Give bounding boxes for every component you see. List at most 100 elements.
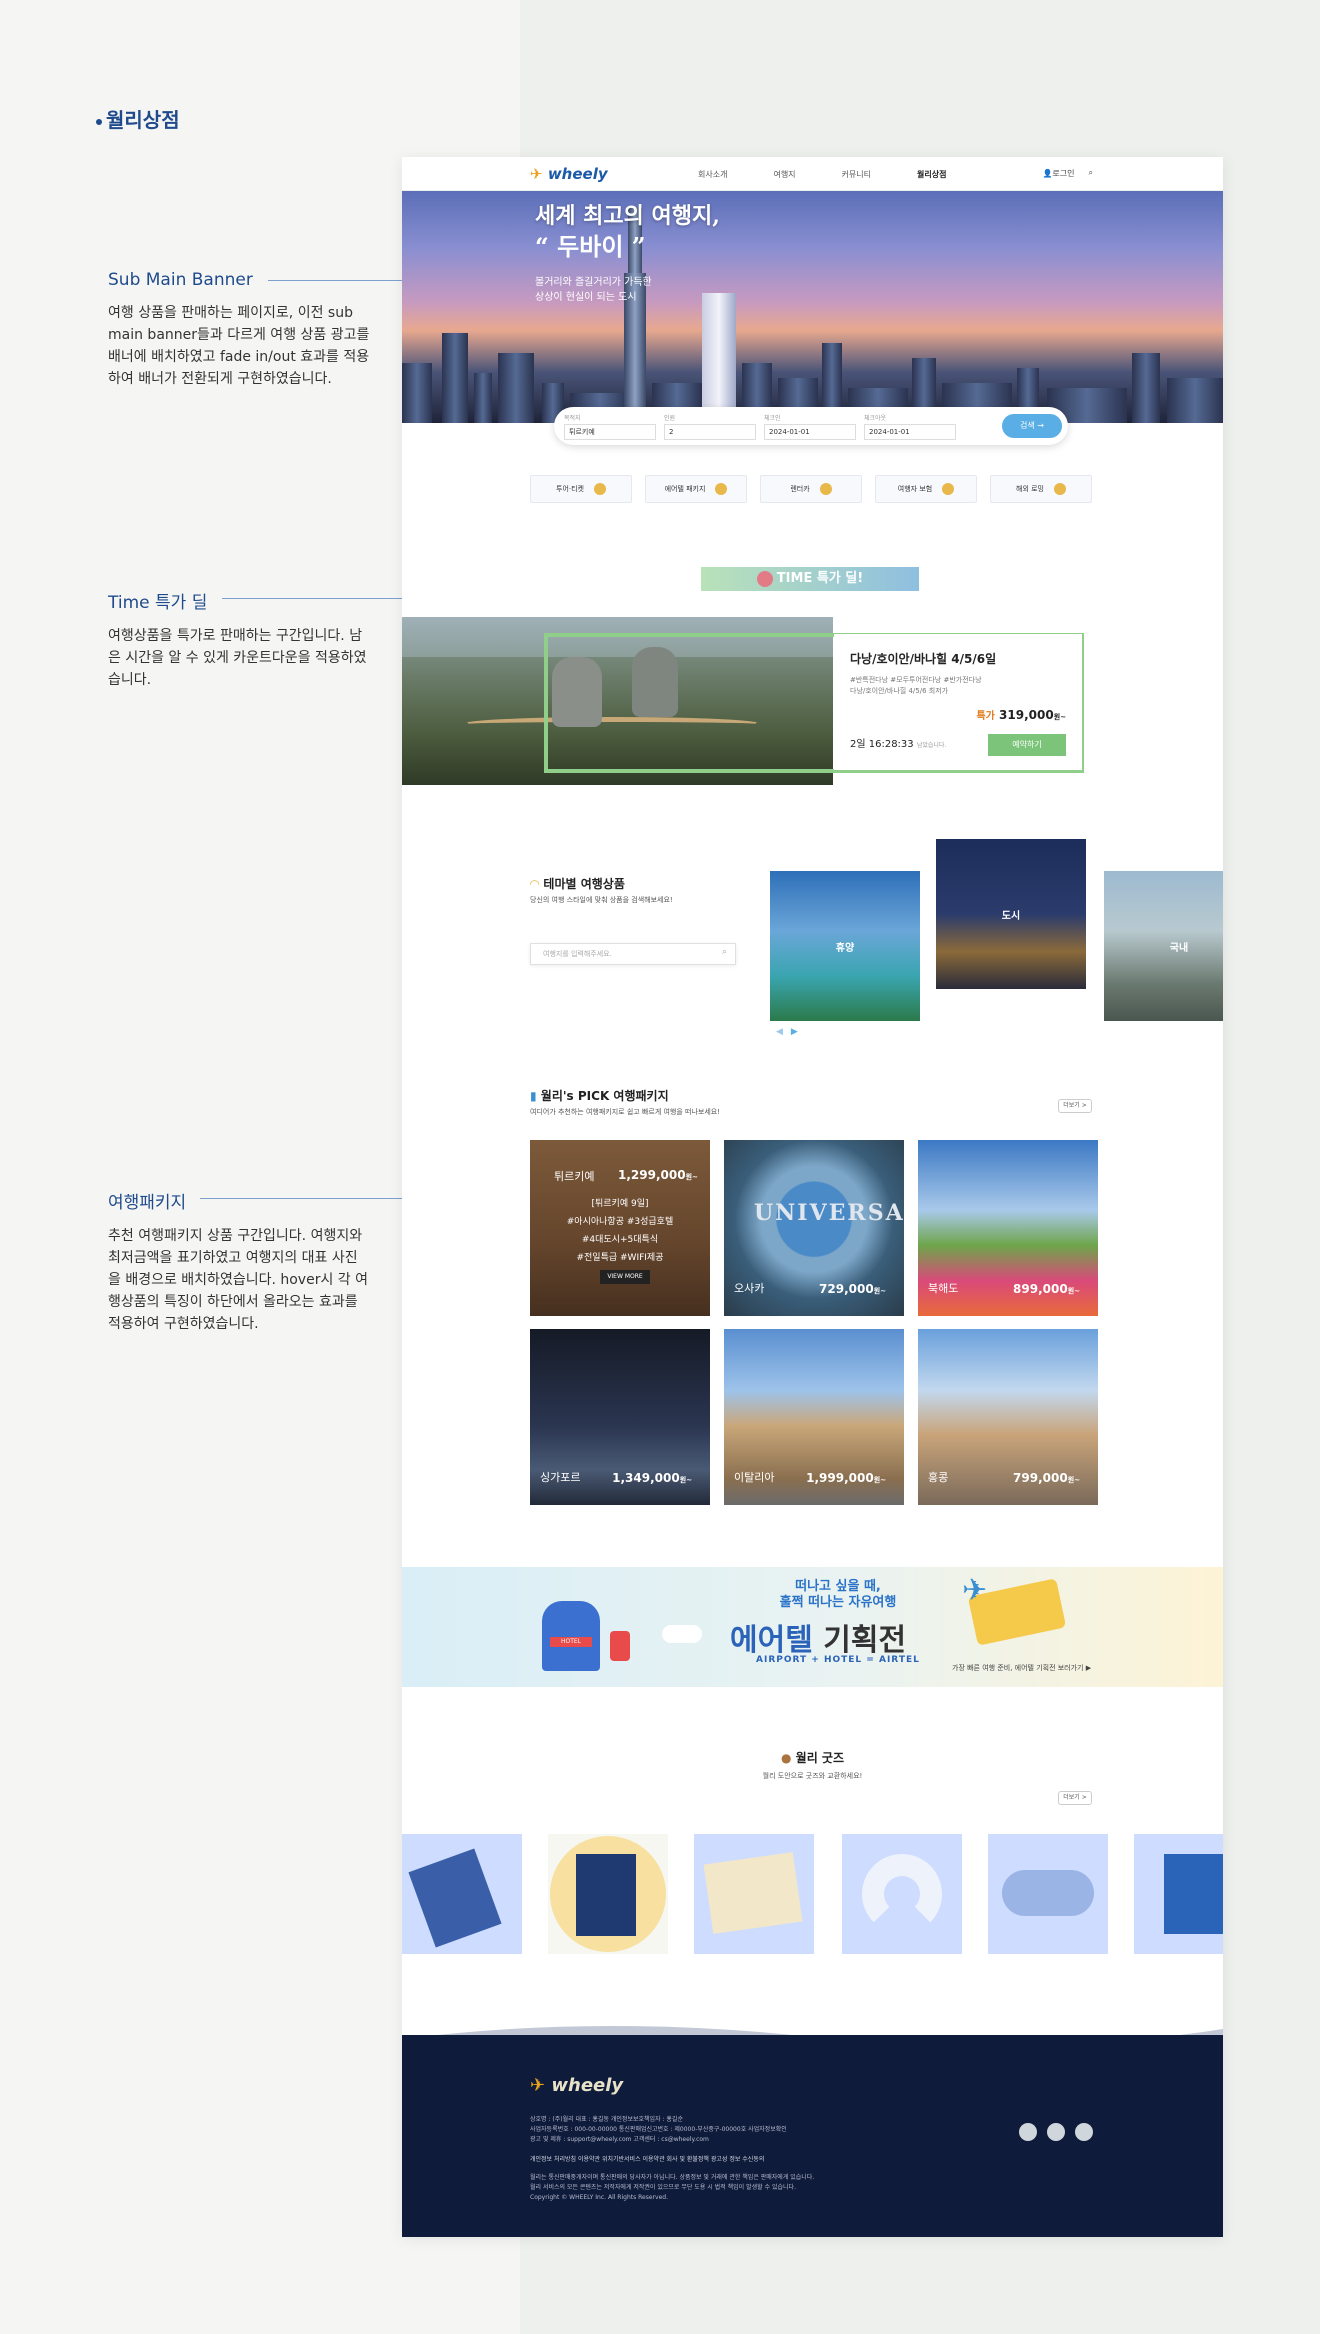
view-more-button[interactable]: VIEW MORE xyxy=(600,1270,650,1284)
company-info: 광고 및 제휴 : support@wheely.com 고객센터 : cs@w… xyxy=(530,2136,709,2143)
kakao-icon[interactable] xyxy=(1019,2123,1037,2141)
section-title: 월리상점 xyxy=(96,104,180,133)
banner-headline: 세계 최고의 여행지, xyxy=(535,203,720,229)
prev-arrow-icon[interactable]: ◀ xyxy=(776,1027,783,1037)
search-field-checkin[interactable]: 체크인 2024-01-01 xyxy=(764,413,856,440)
deal-tags: #반특전다낭 #모두투어전다낭 #반가전다낭 xyxy=(850,676,982,684)
theme-search-input[interactable]: 여행지를 입력해주세요. xyxy=(530,943,736,965)
pick-more-button[interactable]: 더보기 > xyxy=(1058,1099,1092,1113)
search-icon[interactable]: ⌕ xyxy=(722,947,727,957)
package-card-osaka[interactable]: UNIVERSA 오사카 729,000원~ xyxy=(724,1140,904,1316)
youtube-icon[interactable] xyxy=(1075,2123,1093,2141)
company-info: 상호명 : (주)월리 대표 : 홍길동 개인정보보호책임자 : 홍길순 xyxy=(530,2116,683,2123)
goods-item-neck-pillow[interactable] xyxy=(842,1834,962,1954)
address-tower xyxy=(702,293,736,423)
package-card-singapore[interactable]: 싱가포르 1,349,000원~ xyxy=(530,1329,710,1505)
travel-search-bar: 목적지 튀르키예 인원 2 체크인 2024-01-01 체크아웃 2024-01-01… xyxy=(554,407,1068,445)
theme-card-resort[interactable]: 휴양 xyxy=(770,871,920,1021)
search-icon[interactable]: ⌕ xyxy=(1089,168,1093,179)
package-card-hongkong[interactable]: 홍콩 799,000원~ xyxy=(918,1329,1098,1505)
goods-item-eye-mask[interactable] xyxy=(988,1834,1108,1954)
footer-logo[interactable]: ✈ wheely xyxy=(530,2075,623,2096)
social-links xyxy=(1019,2123,1093,2141)
skyline-building xyxy=(442,333,468,423)
category-roaming[interactable]: 해외 로밍 xyxy=(990,475,1092,503)
airplane-icon: ✈ xyxy=(962,1573,988,1608)
goods-illustration xyxy=(1002,1870,1094,1916)
skyline-building xyxy=(1132,353,1160,423)
menu-item-about[interactable]: 회사소개 xyxy=(698,169,727,180)
theme-subtitle: 당신의 여행 스타일에 맞춰 상품을 검색해보세요! xyxy=(530,896,673,904)
footer-notice: 월리 서비스의 모든 콘텐츠는 저작자에게 저작권이 있으므로 무단 도용 시 … xyxy=(530,2184,796,2191)
goods-item-passport-cover[interactable] xyxy=(1134,1834,1223,1954)
skyline-building xyxy=(402,363,432,423)
package-hover-overlay: 튀르키예 1,299,000원~ [튀르키예 9일] #아시아나항공 #3성급호… xyxy=(530,1140,710,1316)
pick-subtitle: 여디어가 추천하는 여행패키지로 쉽고 빠르게 여행을 떠나보세요! xyxy=(530,1108,721,1116)
hotel-illustration: HOTEL xyxy=(542,1601,600,1671)
theme-card-city[interactable]: 도시 xyxy=(936,839,1086,989)
ticket-icon xyxy=(594,483,606,495)
annotation-sub-main-banner: Sub Main Banner 여행 상품을 판매하는 페이지로, 이전 sub… xyxy=(108,270,370,390)
footer-notice: 월리는 통신판매중개자이며 통신판매의 당사자가 아닙니다. 상품정보 및 거래… xyxy=(530,2174,815,2181)
login-link[interactable]: 👤로그인 xyxy=(1042,168,1074,179)
shield-icon xyxy=(942,483,955,495)
goods-subtitle: 월리 도안으로 굿즈와 교환하세요! xyxy=(762,1772,863,1780)
bookmark-icon: ▮ xyxy=(530,1089,537,1103)
banner-desc-2: 상상이 현실이 되는 도시 xyxy=(535,292,637,303)
package-card-hokkaido[interactable]: 북해도 899,000원~ xyxy=(918,1140,1098,1316)
suitcase-icon xyxy=(610,1631,630,1661)
category-tour-ticket[interactable]: 투어·티켓 xyxy=(530,475,632,503)
skyline-building xyxy=(1167,378,1223,423)
search-button[interactable]: 검색 → xyxy=(1002,414,1062,438)
bullet-dot-icon xyxy=(96,118,102,125)
category-rental-car[interactable]: 렌터카 xyxy=(760,475,862,503)
banner-link[interactable]: 가장 빠른 여행 준비, 에어텔 기획전 보러가기 ▶ xyxy=(952,1663,1091,1673)
menu-item-shop[interactable]: 월리상점 xyxy=(917,169,946,180)
top-nav: ✈ wheely 회사소개 여행지 커뮤니티 월리상점 👤로그인 ⌕ xyxy=(402,157,1223,191)
hotel-sign: HOTEL xyxy=(550,1637,592,1647)
logo-mark-icon: ✈ xyxy=(530,2075,546,2096)
airtel-promo-banner[interactable]: HOTEL 떠나고 싶을 때, 훌쩍 떠나는 자유여행 에어텔 기획전 AIRPO… xyxy=(402,1567,1223,1687)
footer-links[interactable]: 개인정보 처리방침 이용약관 위치기반서비스 이용약관 회사 및 환불정책 광고… xyxy=(530,2155,764,2165)
bear-icon: ● xyxy=(780,1751,792,1765)
banner-subtitle: AIRPORT + HOTEL = AIRTEL xyxy=(756,1655,920,1665)
theme-card-domestic[interactable]: 국내 xyxy=(1104,871,1223,1021)
search-field-people[interactable]: 인원 2 xyxy=(664,413,756,440)
theme-carousel-arrows: ◀ ▶ xyxy=(776,1027,798,1037)
category-airtel-package[interactable]: 에어텔 패키지 xyxy=(645,475,747,503)
search-field-destination[interactable]: 목적지 튀르키예 xyxy=(564,413,656,440)
rainbow-icon: ◠ xyxy=(530,877,540,891)
car-icon xyxy=(819,483,832,495)
deal-title: 다낭/호이안/바나힐 4/5/6일 xyxy=(850,652,997,666)
goods-more-button[interactable]: 더보기 > xyxy=(1058,1791,1092,1805)
annotation-travel-package: 여행패키지 추천 여행패키지 상품 구간입니다. 여행지와 최저금액을 표기하였… xyxy=(108,1188,370,1335)
deal-price: 특가 319,000원~ xyxy=(976,708,1066,722)
banner-title: 에어텔 기획전 xyxy=(730,1623,907,1658)
goods-item-calendar[interactable] xyxy=(548,1834,668,1954)
menu-item-destination[interactable]: 여행지 xyxy=(773,169,795,180)
sub-main-banner: 세계 최고의 여행지, “ 두바이 ” 볼거리와 즐길거리가 가득한 상상이 현… xyxy=(402,191,1223,423)
calendar-illustration xyxy=(576,1854,636,1936)
goods-item-notes[interactable] xyxy=(694,1834,814,1954)
instagram-icon[interactable] xyxy=(1047,2123,1065,2141)
package-card-italy[interactable]: 이탈리아 1,999,000원~ xyxy=(724,1329,904,1505)
theme-title: ◠ 테마별 여행상품 xyxy=(530,877,625,891)
menu-item-community[interactable]: 커뮤니티 xyxy=(842,169,871,180)
package-card-turkey[interactable]: 튀르키예 1,299,000원~ [튀르키예 9일] #아시아나항공 #3성급호… xyxy=(530,1140,710,1316)
company-info: 사업자등록번호 : 000-00-00000 통신판매업신고번호 : 제0000… xyxy=(530,2126,787,2133)
airplane-icon xyxy=(715,483,728,495)
annotation-body: 추천 여행패키지 상품 구간입니다. 여행지와 최저금액을 표기하였고 여행지의… xyxy=(108,1228,368,1332)
goods-illustration xyxy=(703,1852,803,1934)
nav-utilities: 👤로그인 ⌕ xyxy=(1042,168,1093,179)
reserve-button[interactable]: 예약하기 xyxy=(988,734,1066,756)
site-logo[interactable]: ✈ wheely xyxy=(530,165,608,183)
search-field-checkout[interactable]: 체크아웃 2024-01-01 xyxy=(864,413,956,440)
next-arrow-icon[interactable]: ▶ xyxy=(791,1027,798,1037)
category-insurance[interactable]: 여행자 보험 xyxy=(875,475,977,503)
stopwatch-icon xyxy=(756,570,773,587)
goods-item-luggage-tag[interactable] xyxy=(402,1834,522,1954)
logo-mark-icon: ✈ xyxy=(530,165,543,183)
banner-copy: 세계 최고의 여행지, “ 두바이 ” 볼거리와 즐길거리가 가득한 상상이 현… xyxy=(535,201,720,305)
skyline-building xyxy=(498,353,534,423)
category-shortcuts: 투어·티켓 에어텔 패키지 렌터카 여행자 보험 해외 로밍 xyxy=(530,475,1092,503)
